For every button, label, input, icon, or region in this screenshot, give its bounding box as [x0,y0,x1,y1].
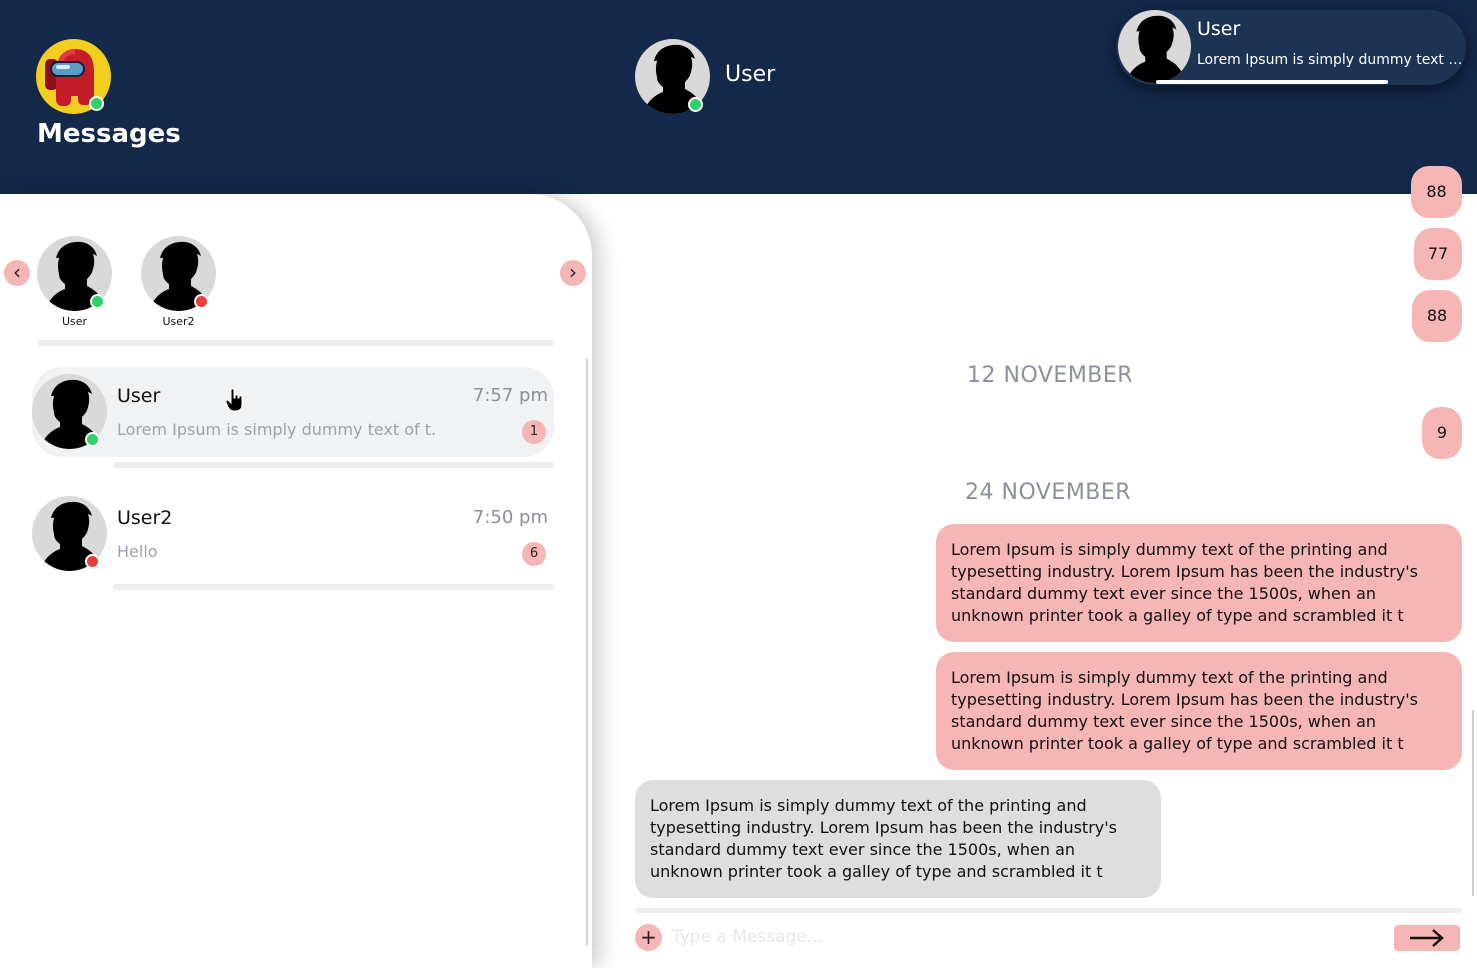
story-label: User2 [162,315,195,328]
story-user2[interactable]: User2 [141,236,221,328]
toast-progress-bar [1156,80,1388,84]
self-status-indicator [89,96,104,111]
conversation-time: 7:50 pm [472,507,548,528]
conversation-name: User2 [117,507,173,529]
send-button[interactable] [1394,925,1460,951]
hand-cursor-icon [225,388,243,412]
story-status-indicator [194,294,209,309]
active-chat-status-indicator [688,97,703,112]
conversation-item-user[interactable]: User 7:57 pm Lorem Ipsum is simply dummy… [32,367,554,457]
arrow-right-icon [1410,929,1444,947]
plus-icon: + [640,925,657,949]
date-separator: 12 NOVEMBER [967,363,1134,388]
conversation-preview: Hello [117,542,158,561]
message-input[interactable] [672,922,1372,952]
message-bubble-small: 9 [1422,407,1462,459]
person-silhouette-icon [1125,15,1187,83]
active-chat-name: User [725,62,776,87]
composer-divider [635,908,1462,913]
chevron-right-icon: › [569,260,577,284]
conversation-name: User [117,385,161,407]
stories-prev-button[interactable]: ‹ [4,260,30,286]
conversation-status-indicator [85,432,100,447]
date-separator: 24 NOVEMBER [965,480,1132,505]
message-bubble-outgoing: Lorem Ipsum is simply dummy text of the … [936,524,1462,642]
chevron-left-icon: ‹ [13,260,21,284]
conversation-status-indicator [85,554,100,569]
message-bubble-small: 77 [1414,228,1462,280]
unread-badge: 6 [522,542,546,566]
unread-badge: 1 [522,420,546,444]
attach-button[interactable]: + [635,924,662,951]
toast-sender-name: User [1197,18,1241,40]
story-label: User [61,315,88,328]
message-bubble-incoming: Lorem Ipsum is simply dummy text of the … [635,780,1161,898]
conversation-divider [113,462,554,468]
stories-next-button[interactable]: › [560,260,586,286]
notification-toast[interactable]: User Lorem Ipsum is simply dummy text o.… [1116,10,1466,85]
conversation-time: 7:57 pm [472,385,548,406]
toast-avatar [1118,10,1191,83]
message-bubble-outgoing: Lorem Ipsum is simply dummy text of the … [936,652,1462,770]
page-title: Messages [37,119,181,149]
conversation-sidebar: ‹ › User User2 User 7:57 pm Lorem Ipsum … [0,194,592,968]
story-user[interactable]: User [37,236,117,328]
top-header: Messages User User Lorem Ipsum is simply… [0,0,1477,194]
conversation-divider [113,584,554,590]
chat-scrollbar[interactable] [1472,710,1474,896]
sidebar-scrollbar[interactable] [586,358,588,946]
conversation-preview: Lorem Ipsum is simply dummy text of t... [117,420,437,439]
message-bubble-small: 88 [1411,166,1462,218]
toast-message-preview: Lorem Ipsum is simply dummy text o... [1197,52,1463,68]
story-status-indicator [90,294,105,309]
message-bubble-small: 88 [1412,290,1462,342]
stories-divider [37,340,554,346]
conversation-item-user2[interactable]: User2 7:50 pm Hello 6 [32,489,554,579]
